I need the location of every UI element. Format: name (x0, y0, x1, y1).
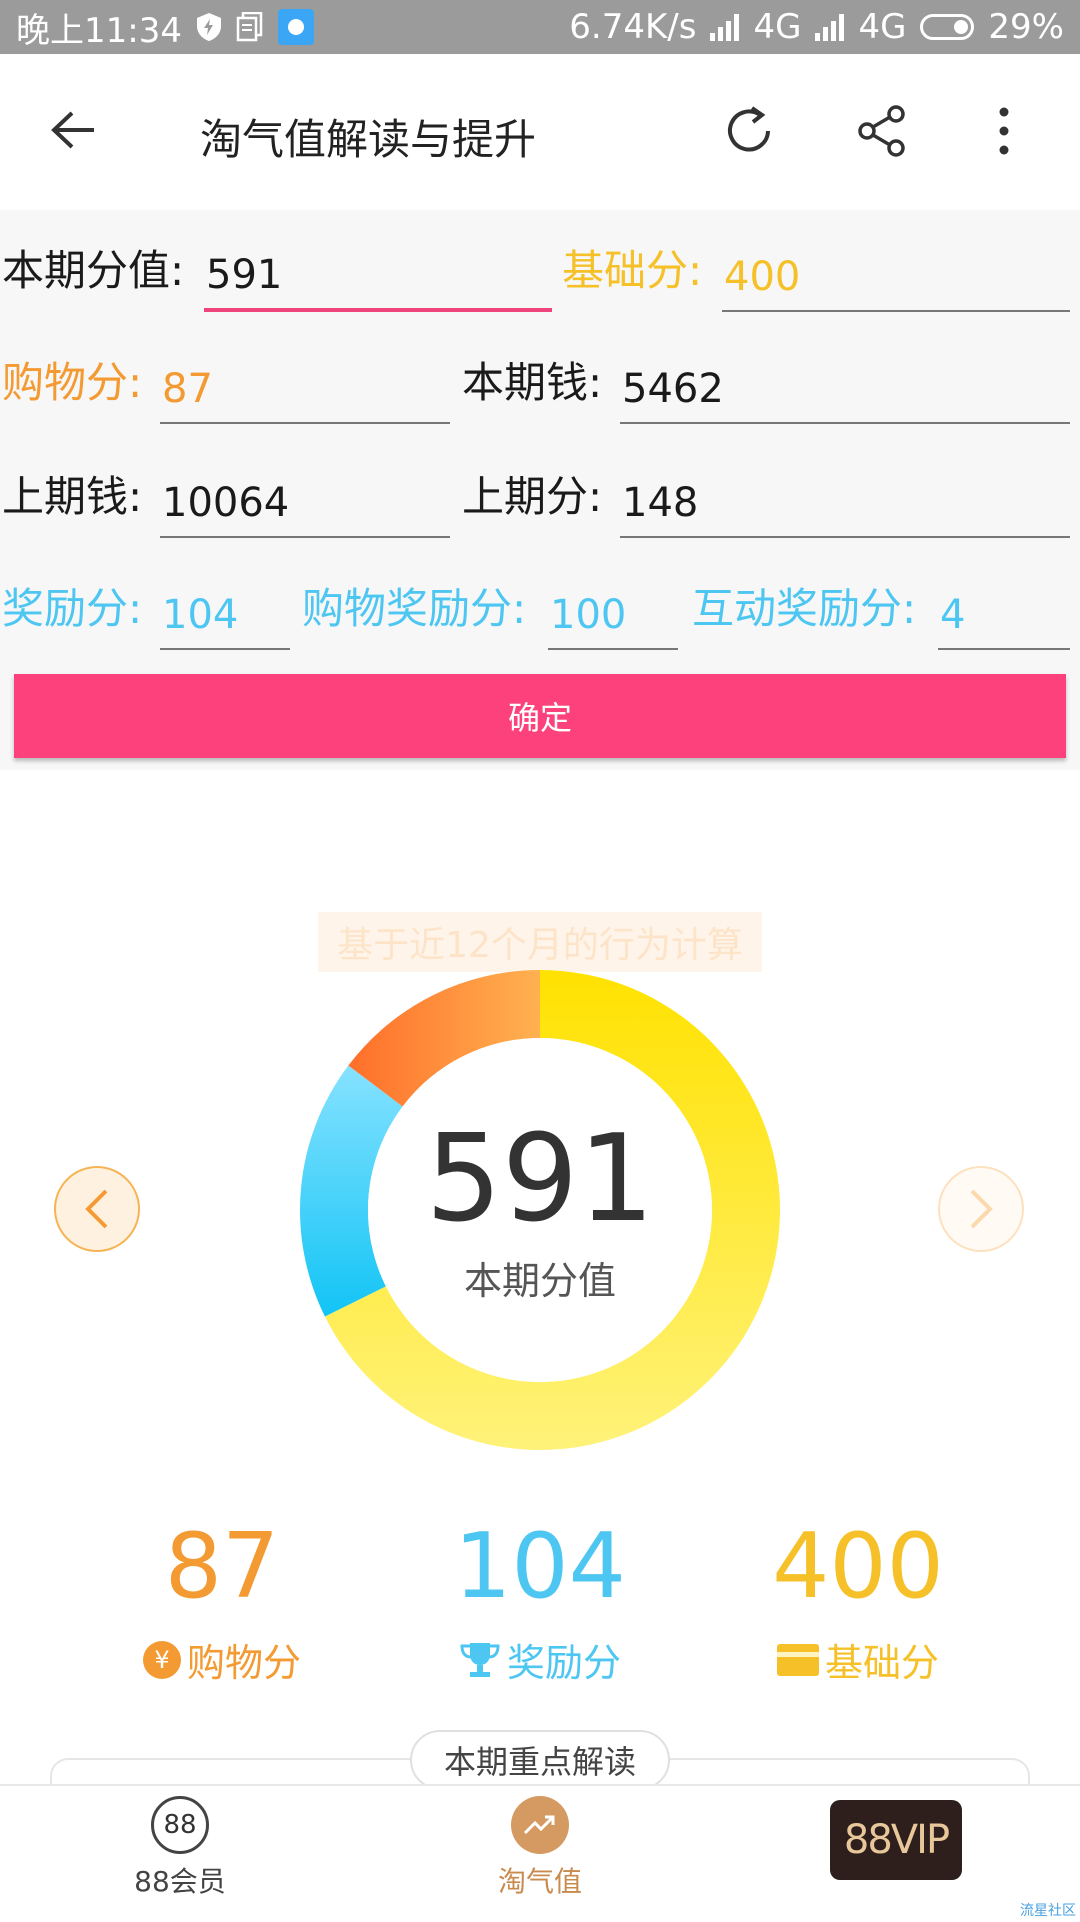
chevron-left-icon (85, 1189, 108, 1229)
shopping-reward-field: 购物奖励分: 100 (302, 568, 678, 650)
chevron-right-icon (970, 1189, 993, 1229)
last-score-field: 上期分: 148 (462, 456, 1070, 538)
previous-period-button[interactable] (54, 1166, 140, 1252)
signal-icon (710, 13, 740, 41)
refresh-icon[interactable] (722, 104, 776, 158)
current-money-field: 本期钱: 5462 (462, 342, 1070, 424)
shopping-score-label: 购物分: (2, 358, 143, 407)
current-money-input[interactable]: 5462 (620, 360, 1070, 424)
tab-88-label: 88会员 (134, 1865, 226, 1898)
trophy-icon (460, 1642, 500, 1677)
calculation-basis-banner: 基于近12个月的行为计算 (318, 912, 762, 972)
vip-88-badge[interactable]: 88VIP (830, 1800, 962, 1880)
reward-score-field: 奖励分: 104 (2, 568, 290, 650)
interaction-reward-label: 互动奖励分: (692, 584, 917, 633)
current-score-field: 本期分值: 591 (2, 230, 552, 312)
base-score-field: 基础分: 400 (562, 230, 1070, 312)
tab-88-member[interactable]: 88 88会员 (80, 1796, 280, 1900)
app-notification-icon (277, 9, 314, 45)
last-score-input[interactable]: 148 (620, 474, 1070, 538)
interaction-reward-field: 互动奖励分: 4 (692, 568, 1070, 650)
tab-taoqi-value[interactable]: 淘气值 (440, 1796, 640, 1900)
shield-icon (196, 13, 221, 41)
network-type-1: 4G (753, 7, 802, 47)
app-bar: 淘气值解读与提升 (0, 54, 1080, 210)
tab-taoqi-label: 淘气值 (497, 1865, 582, 1898)
reward-score-caption: 奖励分 (506, 1641, 621, 1685)
card-icon (776, 1643, 819, 1676)
shopping-reward-input[interactable]: 100 (548, 586, 678, 650)
status-time: 晚上11:34 (16, 10, 182, 51)
copy-doc-icon (236, 12, 263, 42)
net-speed: 6.74K/s (569, 7, 697, 47)
member-88-icon: 88 (151, 1796, 209, 1854)
center-score-value: 591 (425, 1110, 655, 1249)
reward-score-label: 奖励分: (2, 584, 143, 633)
shopping-reward-label: 购物奖励分: (302, 584, 527, 633)
watermark-text: 流星社区 (1020, 1903, 1076, 1919)
last-money-field: 上期钱: 10064 (2, 456, 450, 538)
status-bar: 晚上11:34 6.74K/s 4G 4G 29% (0, 0, 1080, 54)
key-interpretation-title[interactable]: 本期重点解读 (410, 1730, 670, 1790)
back-arrow-icon[interactable] (50, 110, 96, 150)
trend-up-icon (511, 1796, 569, 1854)
more-vertical-icon[interactable] (996, 104, 1012, 158)
last-score-label: 上期分: (462, 472, 603, 521)
last-money-label: 上期钱: (2, 472, 143, 521)
yen-coin-icon: ¥ (142, 1640, 181, 1679)
bottom-tab-bar: 88 88会员 淘气值 88VIP 流星社区 (0, 1784, 1080, 1922)
interaction-reward-input[interactable]: 4 (938, 586, 1070, 650)
battery-percent: 29% (988, 7, 1064, 47)
base-score-caption: 基础分 (824, 1641, 939, 1685)
battery-icon (920, 14, 975, 40)
base-score-value: 400 (772, 1514, 944, 1619)
shopping-score-caption: 购物分 (186, 1641, 301, 1685)
signal-icon-2 (815, 13, 845, 41)
reward-score-value: 104 (454, 1514, 626, 1619)
reward-score-stat: 104 奖励分 (390, 1522, 690, 1687)
base-score-label: 基础分: (562, 246, 703, 295)
reward-score-input[interactable]: 104 (160, 586, 290, 650)
page-title: 淘气值解读与提升 (200, 115, 537, 164)
current-score-label: 本期分值: (2, 246, 185, 295)
network-type-2: 4G (858, 7, 907, 47)
current-score-input[interactable]: 591 (204, 248, 552, 312)
shopping-score-field: 购物分: 87 (2, 342, 450, 424)
base-score-stat: 400 基础分 (708, 1522, 1008, 1687)
confirm-button[interactable]: 确定 (14, 674, 1066, 758)
shopping-score-stat: 87 ¥ 购物分 (72, 1522, 372, 1687)
shopping-score-input[interactable]: 87 (160, 360, 450, 424)
shopping-score-value: 87 (164, 1514, 280, 1619)
last-money-input[interactable]: 10064 (160, 474, 450, 538)
base-score-input[interactable]: 400 (722, 248, 1070, 312)
share-icon[interactable] (856, 104, 908, 158)
next-period-button[interactable] (938, 1166, 1024, 1252)
current-money-label: 本期钱: (462, 358, 603, 407)
center-score-label: 本期分值 (463, 1259, 616, 1303)
